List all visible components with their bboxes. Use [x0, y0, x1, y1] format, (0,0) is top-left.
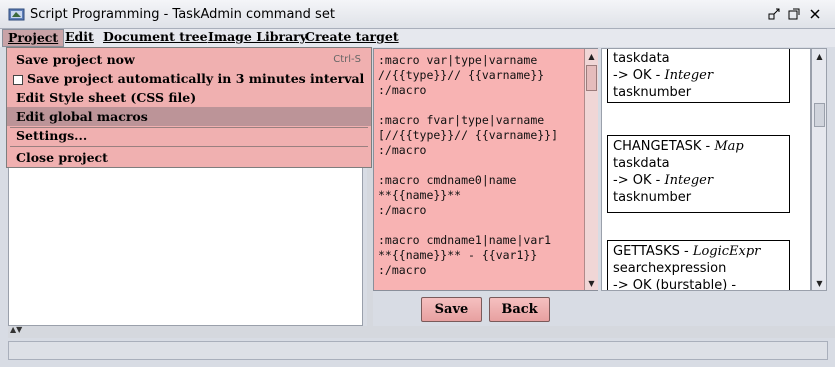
menu-edit[interactable]: Edit: [60, 29, 99, 47]
status-bar: [8, 341, 828, 360]
scroll-up-icon[interactable]: ▲: [813, 49, 826, 63]
card-kind: LogicExpr: [692, 244, 761, 259]
preview-scrollbar[interactable]: ▲ ▼: [811, 48, 827, 291]
card-name: CHANGETASK -: [613, 139, 715, 154]
save-button[interactable]: Save: [421, 297, 482, 322]
auto-save-checkbox[interactable]: [13, 74, 23, 85]
scroll-down-icon[interactable]: ▼: [813, 276, 826, 290]
card-line: taskdata: [613, 51, 670, 66]
card-type: Integer: [664, 68, 714, 83]
macro-editor[interactable]: :macro var|type|varname //{{type}}// {{v…: [373, 48, 598, 291]
menu-item-edit-style[interactable]: Edit Style sheet (CSS file): [7, 88, 371, 107]
card-name: GETTASKS -: [613, 244, 693, 259]
menu-item-auto-save[interactable]: Save project automatically in 3 minutes …: [7, 69, 371, 88]
shortcut-label: Ctrl-S: [333, 54, 361, 65]
menu-image-library[interactable]: Image Library: [203, 29, 312, 47]
editor-scroll-thumb[interactable]: [586, 65, 597, 91]
menu-item-settings[interactable]: Settings...: [7, 126, 371, 145]
card-line: GETTASKS - LogicExpr: [613, 243, 784, 260]
card-line: CHANGETASK - Map: [613, 138, 784, 155]
menu-bar: Project Edit Document tree Image Library…: [0, 29, 835, 47]
horizontal-splitter[interactable]: ▲▼: [8, 325, 835, 338]
command-card: CHANGETASK - Map taskdata -> OK - Intege…: [607, 135, 790, 213]
command-card: taskdata -> OK - Integer tasknumber: [607, 49, 790, 103]
card-line: -> OK - Integer: [613, 67, 784, 84]
maximize-icon[interactable]: [787, 7, 801, 21]
app-icon: [8, 7, 25, 22]
card-kind: Map: [714, 139, 744, 154]
window-title: Script Programming - TaskAdmin command s…: [30, 7, 335, 22]
menu-item-save-now[interactable]: Save project now Ctrl-S: [7, 50, 371, 69]
minimize-icon[interactable]: [767, 7, 781, 21]
card-line: -> OK (burstable) -: [613, 278, 737, 291]
card-arrow: -> OK -: [613, 68, 665, 83]
close-icon[interactable]: [808, 7, 822, 21]
preview-panel[interactable]: taskdata -> OK - Integer tasknumber CHAN…: [601, 48, 811, 291]
menu-separator: [10, 146, 368, 147]
card-line: tasknumber: [613, 190, 692, 205]
menu-item-edit-macros[interactable]: Edit global macros: [7, 107, 371, 126]
card-type: Integer: [664, 173, 714, 188]
title-bar[interactable]: Script Programming - TaskAdmin command s…: [0, 0, 835, 29]
menu-document-tree[interactable]: Document tree: [98, 29, 213, 47]
editor-scrollbar[interactable]: ▲ ▼: [584, 49, 598, 290]
menu-item-close[interactable]: Close project: [7, 148, 371, 167]
menu-create-target[interactable]: Create target: [300, 29, 404, 47]
left-panel[interactable]: [8, 167, 363, 326]
menu-item-label: Save project automatically in 3 minutes …: [27, 71, 365, 86]
scroll-up-icon[interactable]: ▲: [585, 49, 598, 63]
menu-item-label: Save project now: [16, 52, 135, 67]
scroll-down-icon[interactable]: ▼: [585, 276, 598, 290]
menu-project[interactable]: Project: [2, 29, 65, 47]
collapse-arrows-icon[interactable]: ▲▼: [10, 325, 22, 334]
editor-text[interactable]: :macro var|type|varname //{{type}}// {{v…: [378, 53, 558, 278]
preview-scroll-thumb[interactable]: [814, 103, 825, 127]
card-arrow: -> OK -: [613, 173, 665, 188]
command-card: GETTASKS - LogicExpr searchexpression ->…: [607, 240, 790, 291]
card-line: tasknumber: [613, 85, 692, 100]
back-button[interactable]: Back: [489, 297, 550, 322]
card-line: -> OK - Integer: [613, 172, 784, 189]
project-menu: Save project now Ctrl-S Save project aut…: [6, 47, 372, 168]
card-line: searchexpression: [613, 261, 727, 276]
card-line: taskdata: [613, 156, 670, 171]
